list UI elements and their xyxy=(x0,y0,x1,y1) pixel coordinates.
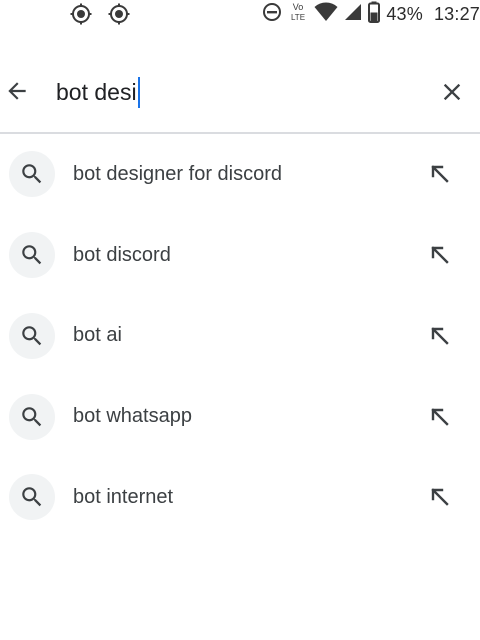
arrow-up-left-icon[interactable] xyxy=(426,322,454,350)
search-header: bot desi xyxy=(0,56,480,132)
suggestion-label: bot discord xyxy=(73,243,171,266)
screen: Vo LTE 43% 13:27 bot desi bot designer f… xyxy=(0,0,480,640)
clear-search-button[interactable] xyxy=(434,74,470,110)
status-bar: Vo LTE 43% 13:27 xyxy=(0,0,480,30)
text-cursor xyxy=(137,76,140,108)
search-icon xyxy=(9,232,55,279)
suggestion-item[interactable]: bot internet xyxy=(0,457,480,538)
cell-signal-icon xyxy=(343,2,363,27)
location-target-icon xyxy=(70,3,92,30)
suggestion-label: bot whatsapp xyxy=(73,405,192,428)
back-button[interactable] xyxy=(0,68,34,114)
suggestion-label: bot internet xyxy=(73,485,174,508)
svg-text:LTE: LTE xyxy=(291,13,305,22)
status-bar-right: Vo LTE 43% 13:27 xyxy=(262,0,480,28)
suggestion-item[interactable]: bot discord xyxy=(0,215,480,296)
status-clock: 13:27 xyxy=(433,3,480,24)
location-target-icon xyxy=(108,3,130,30)
search-icon xyxy=(9,474,55,521)
search-icon xyxy=(9,312,55,359)
suggestion-item[interactable]: bot ai xyxy=(0,296,480,377)
search-icon xyxy=(9,151,55,198)
search-icon xyxy=(9,393,55,440)
suggestion-label: bot designer for discord xyxy=(73,162,283,185)
battery-icon xyxy=(368,1,381,28)
arrow-up-left-icon[interactable] xyxy=(426,403,454,431)
search-query-text[interactable]: bot desi xyxy=(56,79,137,106)
suggestion-label: bot ai xyxy=(73,324,122,347)
suggestion-list: bot designer for discord bot discord bot… xyxy=(0,134,480,538)
status-bar-left xyxy=(70,3,130,30)
arrow-up-left-icon[interactable] xyxy=(426,483,454,511)
volte-icon: Vo LTE xyxy=(287,1,309,28)
battery-percent: 43% xyxy=(386,3,423,24)
suggestion-item[interactable]: bot whatsapp xyxy=(0,376,480,457)
arrow-back-icon xyxy=(8,82,26,100)
wifi-icon xyxy=(314,2,338,27)
arrow-up-left-icon[interactable] xyxy=(426,241,454,269)
close-icon xyxy=(443,83,461,101)
suggestion-item[interactable]: bot designer for discord xyxy=(0,134,480,215)
svg-text:Vo: Vo xyxy=(293,2,304,12)
arrow-up-left-icon[interactable] xyxy=(426,160,454,188)
search-input[interactable]: bot desi xyxy=(56,72,140,112)
do-not-disturb-icon xyxy=(262,2,282,27)
